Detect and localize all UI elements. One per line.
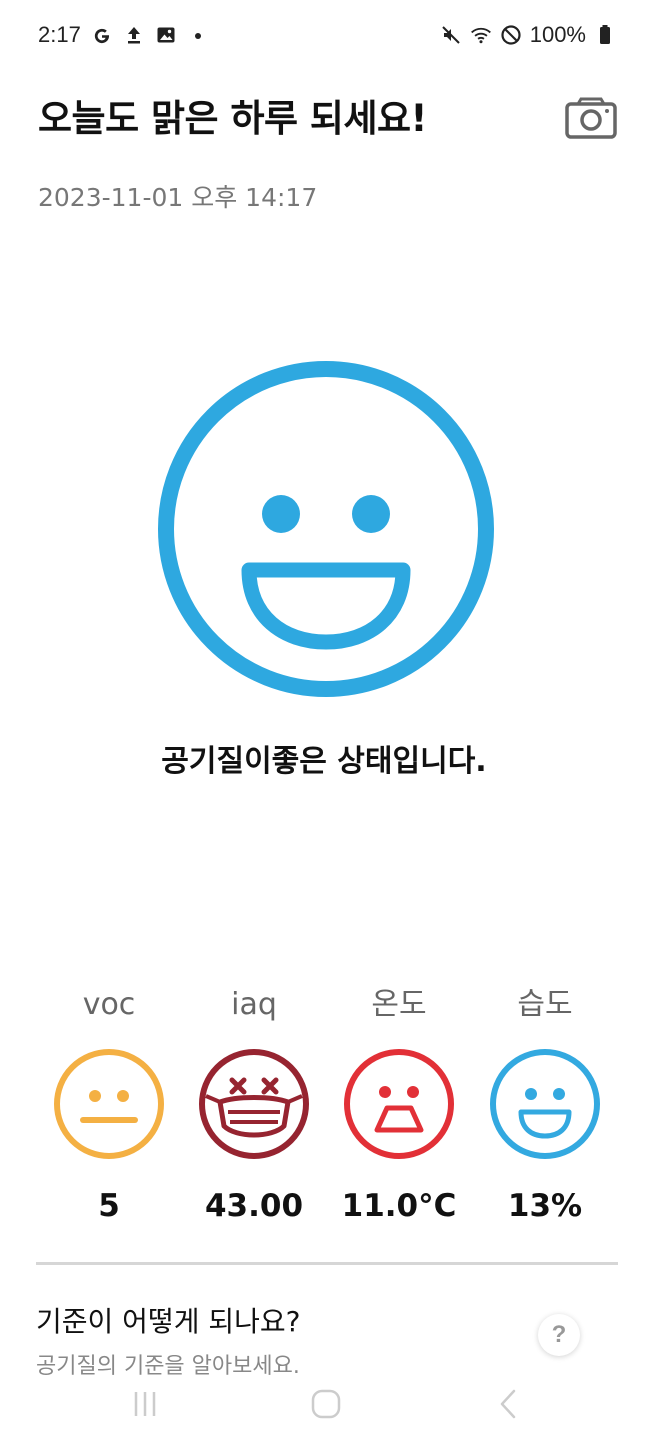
metric-label: iaq <box>231 987 277 1022</box>
metric-voc: voc 5 <box>36 982 182 1224</box>
google-icon <box>91 24 113 46</box>
help-subtitle: 공기질의 기준을 알아보세요. <box>36 1354 300 1379</box>
battery-percent: 100% <box>529 22 586 47</box>
page-title: 오늘도 맑은 하루 되세요! <box>38 97 427 140</box>
metric-value: 13% <box>507 1188 583 1224</box>
metrics-row: voc 5 iaq 43.00 온도 11.0°C 습도 13% <box>36 982 618 1242</box>
metric-value: 5 <box>98 1188 120 1224</box>
mask-dizzy-face-icon <box>199 1049 309 1159</box>
back-button[interactable] <box>484 1384 534 1424</box>
metric-value: 43.00 <box>204 1188 304 1224</box>
home-button[interactable] <box>301 1384 351 1424</box>
metric-label: 온도 <box>371 987 427 1022</box>
navigation-bar <box>0 1378 648 1440</box>
metric-label: 습도 <box>517 987 573 1022</box>
status-time: 2:17 <box>38 22 81 47</box>
metric-iaq: iaq 43.00 <box>181 982 327 1224</box>
no-disturb-icon <box>500 24 522 46</box>
criteria-help-item[interactable]: 기준이 어떻게 되나요? 공기질의 기준을 알아보세요. ? <box>36 1300 618 1380</box>
smile-face-icon <box>490 1049 600 1159</box>
neutral-face-icon <box>54 1049 164 1159</box>
metric-humidity: 습도 13% <box>472 982 618 1224</box>
wifi-icon <box>470 24 492 46</box>
status-left: 2:17 <box>38 22 209 48</box>
recent-apps-button[interactable] <box>120 1384 170 1424</box>
camera-icon <box>565 97 617 139</box>
image-icon <box>155 24 177 46</box>
metric-value: 11.0°C <box>341 1188 457 1224</box>
status-bar: 2:17 100% <box>0 0 648 74</box>
question-icon[interactable]: ? <box>538 1314 580 1356</box>
back-icon <box>500 1389 516 1419</box>
recent-apps-icon <box>134 1392 156 1416</box>
air-quality-message: 공기질이좋은 상태입니다. <box>161 744 487 779</box>
mute-icon <box>440 24 462 46</box>
camera-button[interactable] <box>562 94 620 142</box>
home-icon <box>311 1389 341 1419</box>
metric-temperature: 온도 11.0°C <box>326 982 472 1224</box>
help-title: 기준이 어떻게 되나요? <box>36 1305 301 1338</box>
datetime: 2023-11-01 오후 14:17 <box>38 183 318 212</box>
dot-icon <box>187 24 209 46</box>
status-right: 100% <box>440 22 616 48</box>
divider <box>36 1262 618 1265</box>
battery-icon <box>594 24 616 46</box>
shocked-face-icon <box>344 1049 454 1159</box>
upload-icon <box>123 24 145 46</box>
big-smile-face-icon <box>158 361 494 697</box>
metric-label: voc <box>82 987 136 1022</box>
